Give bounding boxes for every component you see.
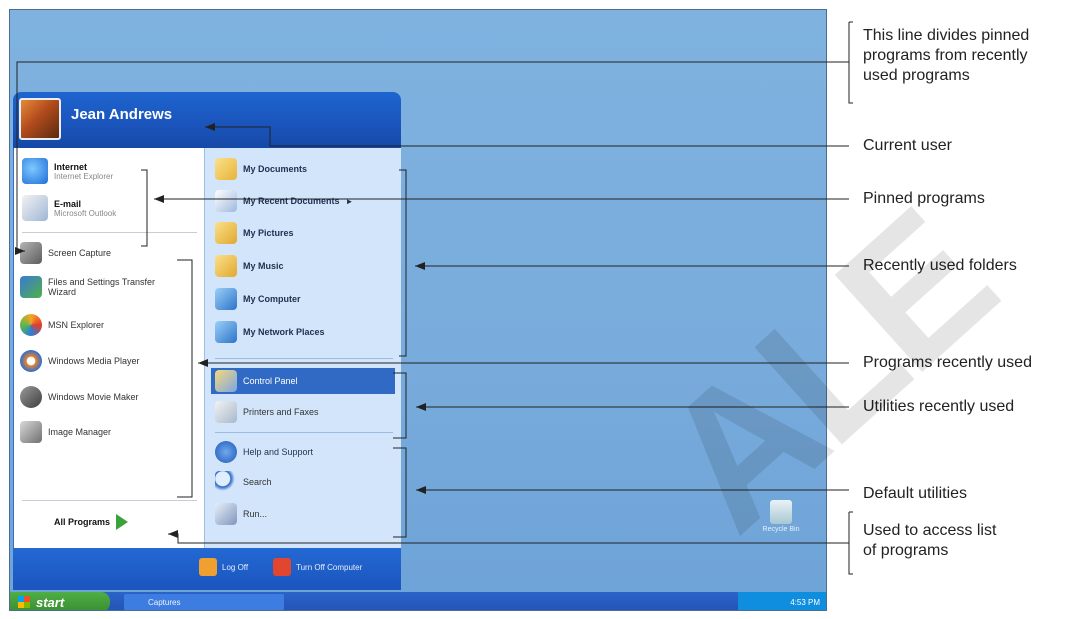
annotation-line: used programs: [863, 67, 970, 84]
annotation-divider: This line divides pinned programs from r…: [863, 26, 1029, 86]
annotation-line: of programs: [863, 542, 949, 559]
annotation-default-utilities: Default utilities: [863, 485, 968, 502]
annotation-line: programs from recently: [863, 47, 1028, 64]
annotation-line: This line divides pinned: [863, 27, 1030, 44]
line-divider: [16, 61, 849, 252]
annotation-line: Used to access list: [863, 522, 997, 539]
line-current-user: [205, 126, 849, 147]
annotated-screenshot: Jean Andrews Internet Internet Explorer …: [0, 0, 1084, 619]
annotation-current-user: Current user: [863, 137, 952, 154]
bracket-divider-label: [848, 22, 853, 104]
annotation-access-programs: Used to access list of programs: [863, 521, 996, 561]
